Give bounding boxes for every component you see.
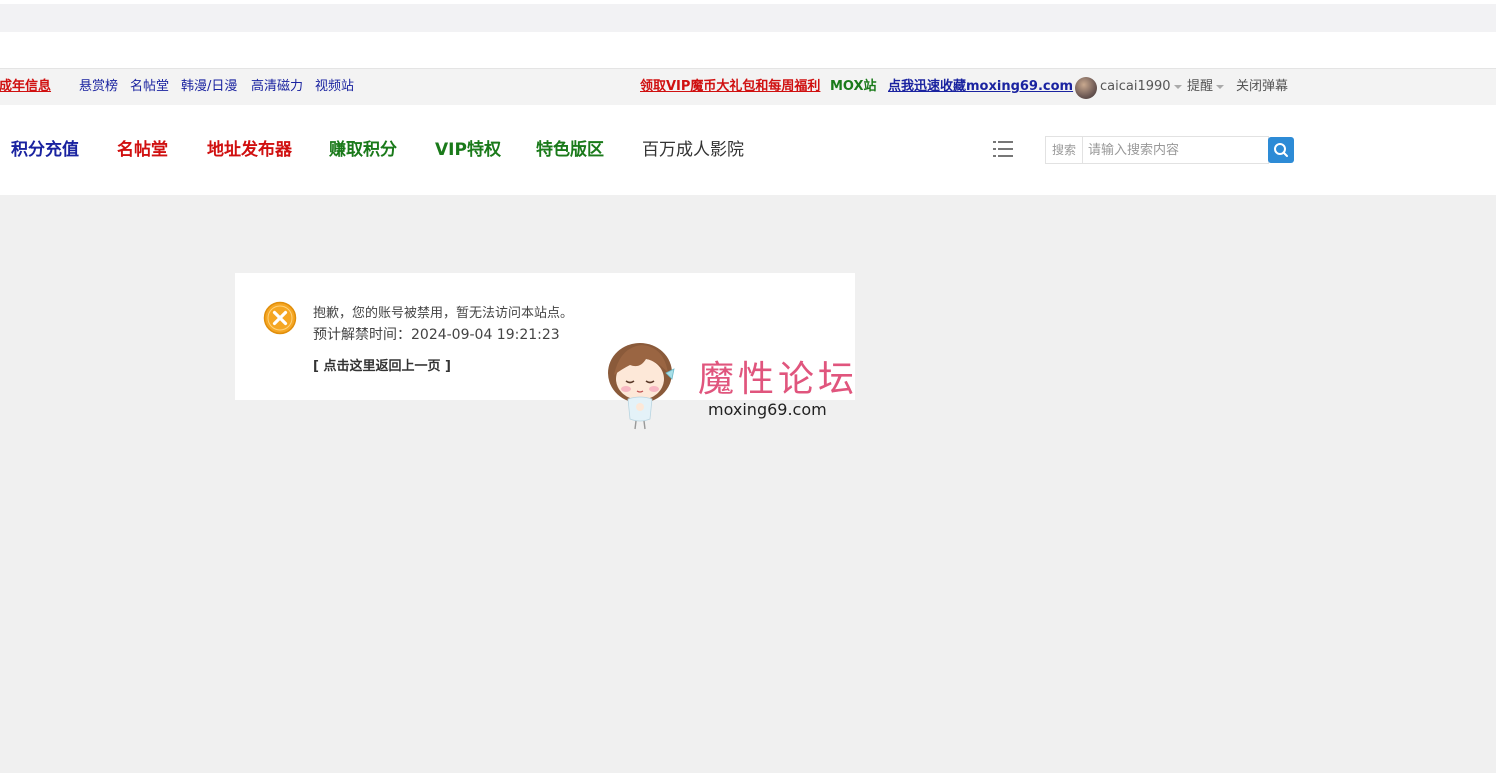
promo-vip-link[interactable]: 领取VIP魔币大礼包和每周福利: [640, 79, 820, 95]
search-button[interactable]: [1268, 137, 1294, 163]
toolbar-link-famous-posts[interactable]: 名帖堂: [130, 79, 169, 95]
nav-item-address-publisher[interactable]: 地址发布器: [207, 140, 292, 160]
nav-item-recharge[interactable]: 积分充值: [11, 140, 79, 160]
top-toolbar: 未成年信息 悬赏榜 名帖堂 韩漫/日漫 高清磁力 视频站 领取VIP魔币大礼包和…: [0, 69, 1496, 105]
nav-item-earn-points[interactable]: 赚取积分: [329, 140, 397, 160]
close-danmaku-link[interactable]: 关闭弹幕: [1236, 79, 1288, 95]
reminder-label: 提醒: [1187, 79, 1214, 94]
user-menu[interactable]: caicai1990: [1100, 79, 1182, 95]
list-icon[interactable]: [993, 140, 1013, 158]
toolbar-link-minor-info[interactable]: 未成年信息: [0, 79, 51, 95]
search-input[interactable]: [1084, 137, 1272, 163]
search-label[interactable]: 搜索: [1046, 137, 1083, 163]
reminder-menu[interactable]: 提醒: [1187, 79, 1225, 95]
watermark-title: 魔性论坛: [698, 359, 859, 400]
toolbar-link-video[interactable]: 视频站: [315, 79, 354, 95]
promo-bookmark-link[interactable]: 点我迅速收藏moxing69.com: [888, 79, 1073, 95]
top-strip: [0, 0, 1496, 32]
nav-item-vip[interactable]: VIP特权: [435, 140, 501, 160]
nav-item-special-boards[interactable]: 特色版区: [536, 140, 604, 160]
back-link[interactable]: [ 点击这里返回上一页 ]: [313, 355, 451, 374]
main-nav: 积分充值 名帖堂 地址发布器 赚取积分 VIP特权 特色版区 百万成人影院 搜索: [0, 105, 1496, 195]
avatar[interactable]: [1075, 77, 1097, 99]
username: caicai1990: [1100, 79, 1171, 94]
search-box: 搜索: [1045, 136, 1272, 164]
chevron-down-icon: [1216, 84, 1225, 89]
chevron-down-icon: [1173, 84, 1182, 89]
search-icon: [1274, 143, 1288, 157]
top-strip-inner: [0, 4, 1496, 32]
nav-item-famous-posts[interactable]: 名帖堂: [117, 140, 168, 160]
error-icon: [263, 301, 297, 335]
header-blank-bar: [0, 32, 1496, 69]
nav-item-cinema[interactable]: 百万成人影院: [642, 140, 744, 160]
toolbar-link-bounty[interactable]: 悬赏榜: [79, 79, 118, 95]
unban-time-text: 预计解禁时间：2024-09-04 19:21:23: [313, 327, 560, 343]
error-message-text: 抱歉，您的账号被禁用，暂无法访问本站点。: [313, 306, 574, 321]
watermark-url: moxing69.com: [708, 400, 827, 419]
toolbar-link-comics[interactable]: 韩漫/日漫: [181, 79, 237, 95]
promo-mox-link[interactable]: MOX站: [830, 79, 877, 95]
toolbar-link-magnet[interactable]: 高清磁力: [251, 79, 303, 95]
